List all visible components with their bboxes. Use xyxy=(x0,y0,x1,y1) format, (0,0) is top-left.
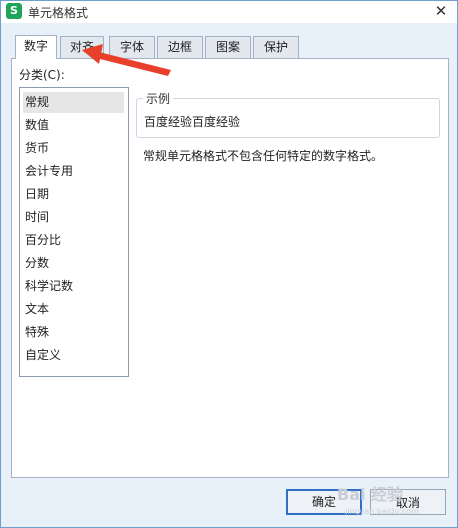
tab-alignment[interactable]: 对齐 xyxy=(60,36,104,58)
category-item-text[interactable]: 文本 xyxy=(23,299,124,320)
sample-legend: 示例 xyxy=(143,90,174,107)
dialog-title: 单元格格式 xyxy=(28,6,89,20)
category-item-custom[interactable]: 自定义 xyxy=(23,345,124,366)
category-item-scientific[interactable]: 科学记数 xyxy=(23,276,124,297)
tab-protection[interactable]: 保护 xyxy=(253,36,299,58)
category-item-number[interactable]: 数值 xyxy=(23,115,124,136)
format-description: 常规单元格格式不包含任何特定的数字格式。 xyxy=(143,149,384,163)
close-icon: ✕ xyxy=(434,2,448,20)
tab-number[interactable]: 数字 xyxy=(15,35,57,59)
sample-value: 百度经验百度经验 xyxy=(144,115,241,129)
category-item-fraction[interactable]: 分数 xyxy=(23,253,124,274)
watermark-subtext: jingyan.baidu.com xyxy=(344,507,419,516)
category-item-time[interactable]: 时间 xyxy=(23,207,124,228)
category-list[interactable]: 常规 数值 货币 会计专用 日期 时间 百分比 分数 科学记数 文本 特殊 自定… xyxy=(19,87,129,377)
tab-font[interactable]: 字体 xyxy=(109,36,155,58)
close-button[interactable]: ✕ xyxy=(426,1,456,21)
category-item-general[interactable]: 常规 xyxy=(23,92,124,113)
format-cells-dialog: S 单元格格式 ✕ 数字 对齐 字体 边框 图案 保护 分类(C): 常规 数值… xyxy=(0,0,458,528)
number-tab-panel: 分类(C): 常规 数值 货币 会计专用 日期 时间 百分比 分数 科学记数 文… xyxy=(11,58,449,478)
baidu-jingyan-watermark: Bai 经验 jingyan.baidu.com xyxy=(337,485,419,516)
tab-border[interactable]: 边框 xyxy=(157,36,203,58)
wps-spreadsheet-icon: S xyxy=(6,3,22,19)
category-item-date[interactable]: 日期 xyxy=(23,184,124,205)
tab-pattern[interactable]: 图案 xyxy=(205,36,251,58)
category-item-percentage[interactable]: 百分比 xyxy=(23,230,124,251)
sample-group: 示例 百度经验百度经验 xyxy=(136,90,440,138)
watermark-text: Bai 经验 xyxy=(337,485,404,504)
category-label: 分类(C): xyxy=(19,68,65,82)
category-item-special[interactable]: 特殊 xyxy=(23,322,124,343)
category-item-accounting[interactable]: 会计专用 xyxy=(23,161,124,182)
category-item-currency[interactable]: 货币 xyxy=(23,138,124,159)
title-bar[interactable]: S 单元格格式 ✕ xyxy=(1,1,457,23)
